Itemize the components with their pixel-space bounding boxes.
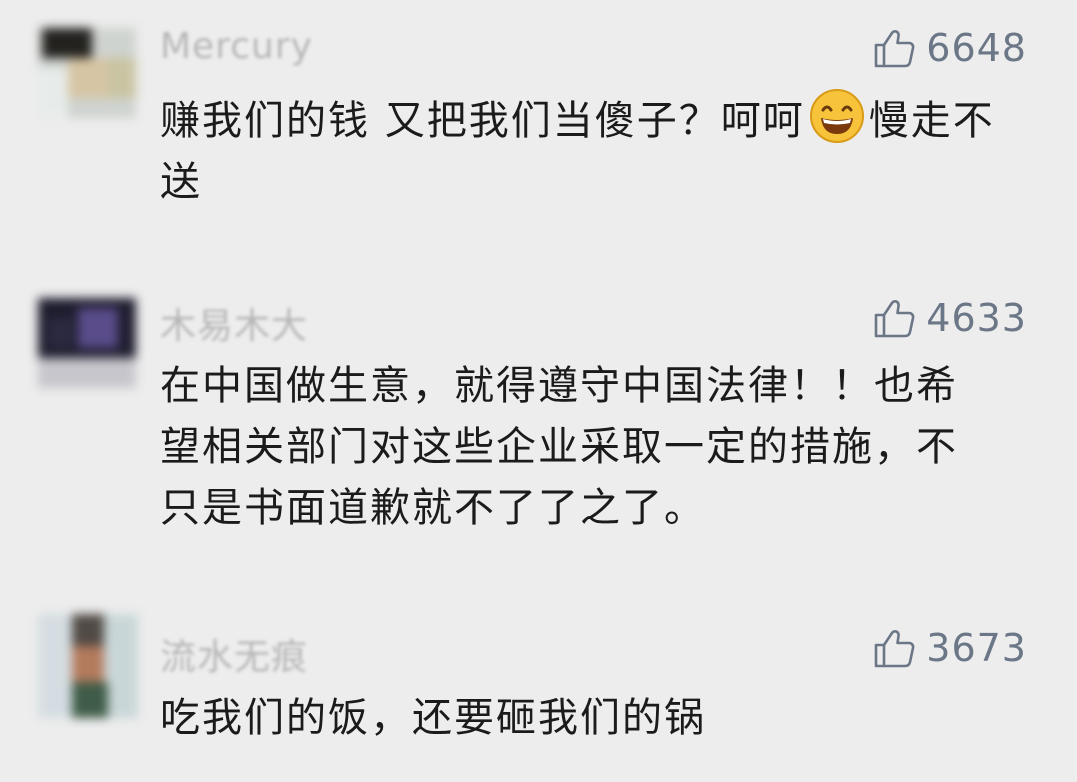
comment-text-part: 赚我们的钱 又把我们当傻子？呵呵 xyxy=(160,98,805,144)
username[interactable]: 木易木大 xyxy=(160,297,308,349)
comment-text: 在中国做生意，就得遵守中国法律！！也希望相关部门对这些企业采取一定的措施，不只是… xyxy=(160,363,958,531)
like-count: 3673 xyxy=(926,626,1027,670)
username[interactable]: Mercury xyxy=(160,26,313,67)
username[interactable]: 流水无痕 xyxy=(160,628,308,680)
comment-text: 赚我们的钱 又把我们当傻子？呵呵 慢走不送 xyxy=(160,88,1020,213)
avatar[interactable] xyxy=(38,28,136,118)
thumbs-up-icon xyxy=(872,296,916,340)
grinning-face-icon xyxy=(809,88,865,144)
avatar[interactable] xyxy=(38,614,138,718)
avatar[interactable] xyxy=(38,298,136,388)
like-button[interactable]: 6648 xyxy=(872,24,1027,72)
thumbs-up-icon xyxy=(872,26,916,70)
like-button[interactable]: 3673 xyxy=(872,624,1027,672)
comments-screen: Mercury 6648 赚我们的钱 又把我们当傻子？呵呵 慢走不送 木易木大 … xyxy=(0,0,1077,782)
like-count: 6648 xyxy=(926,26,1027,70)
like-count: 4633 xyxy=(926,296,1027,340)
comment-text: 吃我们的饭，还要砸我们的锅 xyxy=(160,695,706,741)
thumbs-up-icon xyxy=(872,626,916,670)
like-button[interactable]: 4633 xyxy=(872,294,1027,342)
